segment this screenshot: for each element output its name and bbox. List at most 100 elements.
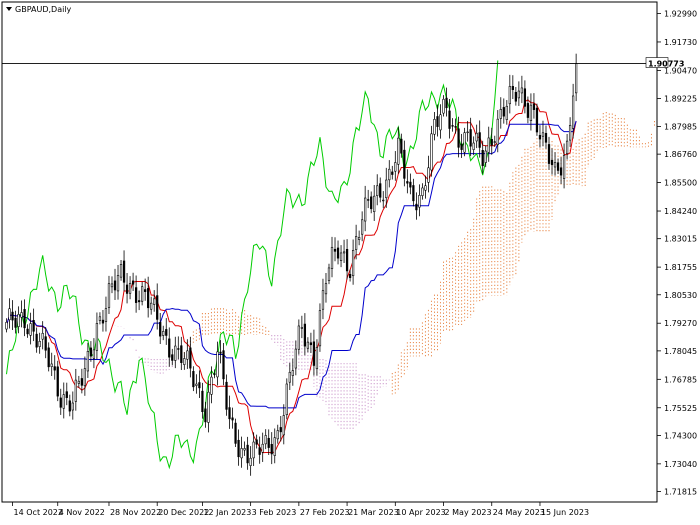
candle-body [490,138,493,146]
candle-body [11,311,14,321]
candle-body [216,351,219,378]
candle-body [354,236,358,250]
candle-body [125,284,129,294]
x-tick-label: 24 May 2023 [493,508,545,517]
candle-body [156,295,159,320]
candle-body [83,368,86,386]
candle-body [306,341,310,349]
candle [56,360,59,402]
candle-body [137,300,141,303]
candle-body [379,183,382,198]
candle-body [68,400,71,412]
candle-body [162,331,165,336]
candle-body [92,349,96,359]
candle-body [252,441,255,459]
candle-body [80,378,83,386]
candle-body [35,333,38,348]
candle-body [382,199,385,202]
candle-body [153,298,156,305]
y-tick-label: 1.89225 [664,95,697,104]
x-tick-label: 12 Jan 2023 [203,508,251,517]
candle-body [29,323,32,336]
candle-body [309,342,313,345]
candle [318,303,322,352]
candle-body [481,150,484,167]
candle-body [478,132,481,148]
candle-body [511,86,514,91]
x-tick-label: 21 Mar 2023 [348,508,399,517]
candle-body [300,327,303,329]
candle-body [150,302,153,310]
candle-body [270,443,273,455]
y-tick-label: 1.71815 [664,488,697,497]
price-chart[interactable]: 1.929901.917301.904701.892251.879851.867… [0,0,700,525]
candle-body [264,435,267,445]
candle-body [53,366,56,371]
candle-body [225,381,228,410]
x-tick-label: 27 Feb 2023 [300,508,350,517]
candle-body [131,280,135,285]
candle-body [514,91,517,102]
candle-body [291,370,294,376]
candle-body [285,383,288,415]
candle-body [324,283,328,295]
candle-body [517,90,520,99]
current-price-label: 1.90773 [648,60,684,69]
candle-body [177,348,180,350]
candle-body [436,116,439,127]
candle-body [180,345,183,363]
candle-body [421,187,424,196]
chart-background [0,0,700,525]
candle-body [89,347,93,357]
candle-body [44,336,47,351]
candle-body [240,448,243,459]
symbol-title: GBPAUD,Daily [15,5,72,14]
candle-body [520,87,524,94]
candle-body [192,371,195,388]
candle-body [472,142,475,150]
y-tick-label: 1.76785 [664,375,697,384]
candle-body [321,290,325,310]
candle-body [246,444,249,464]
y-tick-label: 1.92990 [664,10,697,19]
candle-body [174,345,177,361]
candle-body [204,408,207,423]
candle-body [370,196,373,210]
candle-body [469,129,472,147]
candle-body [445,97,448,109]
candle-body [186,350,189,360]
candle-body [249,457,252,466]
candle-body [367,199,370,201]
candle-body [487,137,490,153]
candle-body [279,427,282,433]
candle-body [17,314,20,327]
candle-body [210,376,213,395]
candle [285,378,288,420]
candle-body [288,371,291,383]
symbol-header: GBPAUD,Daily [6,5,72,14]
candle-body [23,309,26,329]
candle-body [415,203,418,211]
candle-body [303,323,307,347]
candle-body [107,283,111,308]
candle-body [231,417,234,421]
candle-body [65,391,68,398]
candle-body [50,363,53,367]
candle-body [228,407,231,420]
candle-body [86,351,90,372]
candle-body [330,246,334,269]
candle-body [101,319,105,324]
candle-body [496,118,499,145]
candle-body [201,390,204,413]
candle-body [364,197,367,222]
candle-body [119,263,123,278]
candle-body [110,283,114,288]
x-tick-label: 3 Feb 2023 [252,508,297,517]
candle-body [535,107,539,133]
candle-body [258,447,261,455]
candle-body [134,287,138,303]
candle-body [14,317,17,328]
candle-body [38,341,41,347]
candle-body [74,379,77,402]
candle-body [571,95,575,129]
